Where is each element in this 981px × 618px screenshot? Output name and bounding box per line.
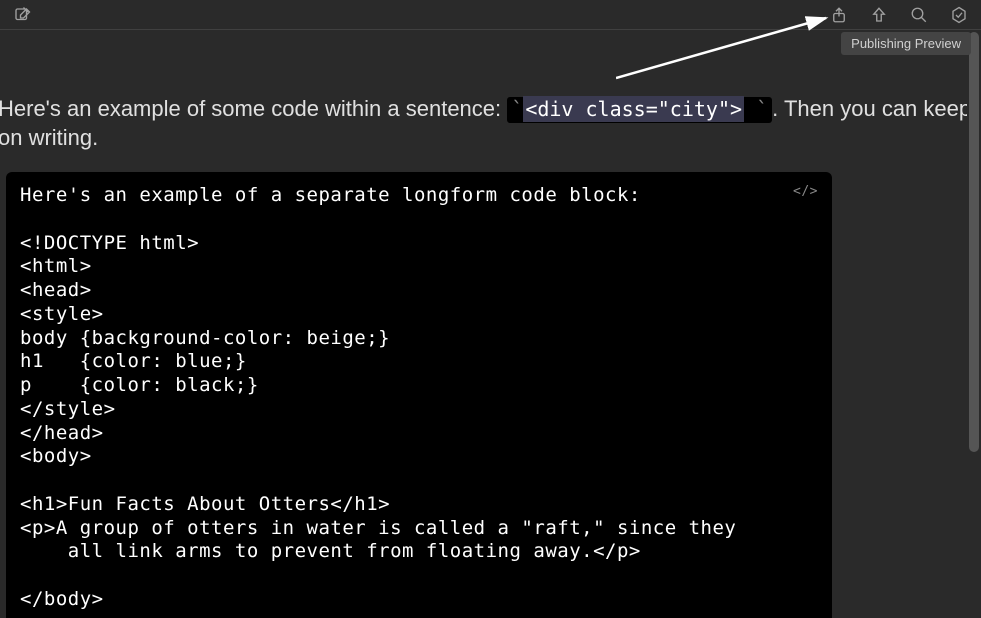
scrollbar-track[interactable] bbox=[967, 30, 981, 618]
inline-code: <div class="city"> bbox=[523, 96, 744, 122]
toolbar bbox=[0, 0, 981, 30]
code-block-content: Here's an example of a separate longform… bbox=[20, 184, 736, 610]
content-area: Here's an example of some code within a … bbox=[0, 30, 981, 618]
share-icon[interactable] bbox=[829, 5, 849, 25]
toolbar-left bbox=[12, 5, 32, 25]
code-block[interactable]: </> Here's an example of a separate longf… bbox=[6, 172, 832, 618]
publish-icon[interactable] bbox=[869, 5, 889, 25]
backtick-open: ` bbox=[511, 97, 523, 121]
scrollbar-thumb[interactable] bbox=[969, 32, 979, 452]
tooltip-publishing-preview: Publishing Preview bbox=[841, 32, 971, 55]
inline-code-wrapper: `<div class="city"> ` bbox=[507, 97, 772, 123]
toolbar-right bbox=[829, 5, 969, 25]
backtick-close: ` bbox=[744, 97, 768, 121]
search-icon[interactable] bbox=[909, 5, 929, 25]
tooltip-text: Publishing Preview bbox=[851, 36, 961, 51]
code-toggle-icon[interactable]: </> bbox=[793, 184, 818, 200]
prose-before: Here's an example of some code within a … bbox=[0, 96, 507, 121]
settings-icon[interactable] bbox=[949, 5, 969, 25]
prose-text[interactable]: Here's an example of some code within a … bbox=[0, 30, 981, 172]
compose-icon[interactable] bbox=[12, 5, 32, 25]
